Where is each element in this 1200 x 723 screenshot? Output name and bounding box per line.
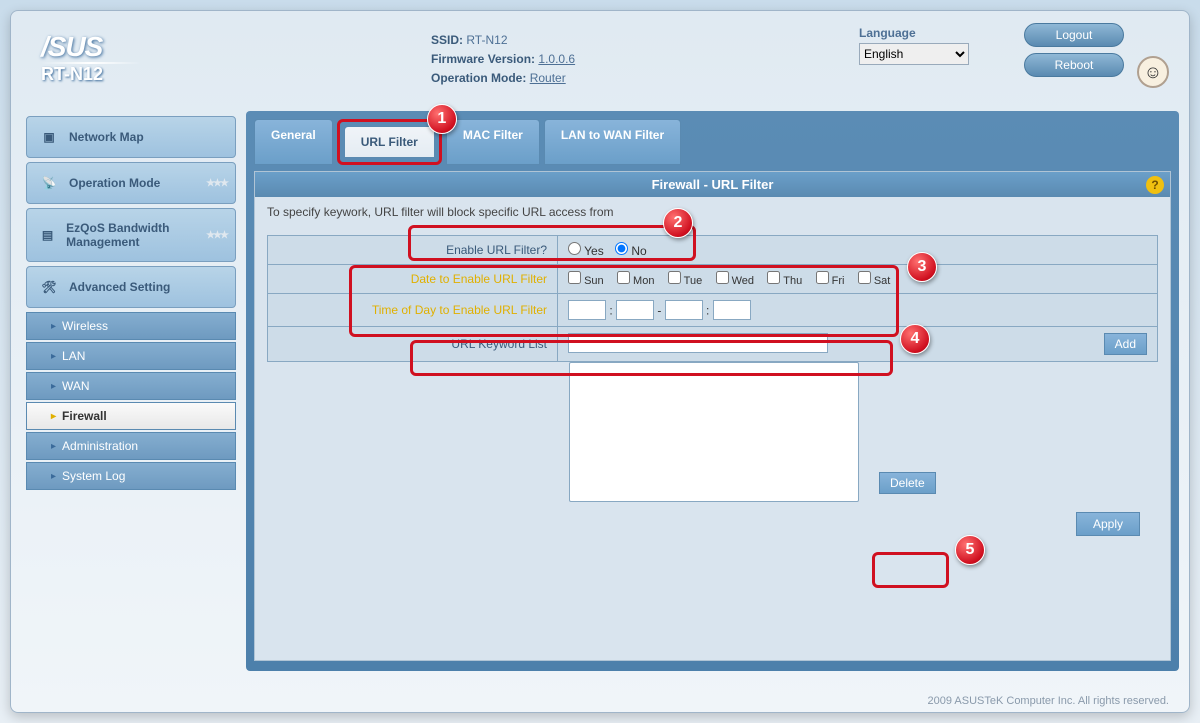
add-button[interactable]: Add [1104, 333, 1147, 355]
highlight-tab-1: URL Filter 1 [337, 119, 442, 165]
header-info: SSID: RT-N12 Firmware Version: 1.0.0.6 O… [431, 31, 575, 89]
body: ▣ Network Map 📡 Operation Mode ★★★ ▤ EzQ… [11, 111, 1189, 681]
keyword-list[interactable] [569, 362, 859, 502]
annotation-badge-2: 2 [663, 208, 693, 238]
sidebar-item-operation-mode[interactable]: 📡 Operation Mode ★★★ [26, 162, 236, 204]
bandwidth-icon: ▤ [37, 228, 58, 242]
apply-button[interactable]: Apply [1076, 512, 1140, 536]
footer: 2009 ASUSTeK Computer Inc. All rights re… [927, 695, 1169, 707]
sidebar-sub-wireless[interactable]: Wireless [26, 312, 236, 340]
logout-button[interactable]: Logout [1024, 23, 1124, 47]
annotation-box-5 [872, 552, 949, 588]
brand-logo: /SUS [41, 31, 141, 63]
logo-block: /SUS RT-N12 [41, 31, 141, 85]
model-name: RT-N12 [41, 64, 141, 85]
time-to-h[interactable] [665, 300, 703, 320]
sidebar-item-network-map[interactable]: ▣ Network Map [26, 116, 236, 158]
radio-no-label[interactable]: No [615, 244, 647, 258]
sidebar-item-label: Network Map [69, 130, 144, 144]
time-cell: : - : [558, 294, 1158, 327]
panel-title: Firewall - URL Filter ? [255, 172, 1170, 197]
sidebar-item-ezqos[interactable]: ▤ EzQoS Bandwidth Management ★★★ [26, 208, 236, 262]
day-sat[interactable]: Sat [858, 275, 891, 287]
fw-link[interactable]: 1.0.0.6 [538, 52, 575, 66]
form-area: Enable URL Filter? Yes No Date to Enable… [255, 227, 1170, 544]
lang-label: Language [859, 26, 969, 40]
sidebar-item-label: Operation Mode [69, 176, 160, 190]
tab-general[interactable]: General [254, 119, 333, 165]
router-admin-window: /SUS RT-N12 SSID: RT-N12 Firmware Versio… [10, 10, 1190, 713]
annotation-badge-4: 4 [900, 324, 930, 354]
sidebar-sub-lan[interactable]: LAN [26, 342, 236, 370]
tools-icon: 🛠 [37, 280, 61, 294]
ssid-label: SSID: [431, 33, 463, 47]
delete-button[interactable]: Delete [879, 472, 936, 494]
content-panel: General URL Filter 1 MAC Filter LAN to W… [246, 111, 1179, 671]
enable-cell: Yes No [558, 236, 1158, 265]
time-from-h[interactable] [568, 300, 606, 320]
sidebar-sub-system-log[interactable]: System Log [26, 462, 236, 490]
day-fri[interactable]: Fri [816, 275, 845, 287]
sidebar-sub-firewall[interactable]: Firewall [26, 402, 236, 430]
sidebar-sub-administration[interactable]: Administration [26, 432, 236, 460]
operation-mode-icon: 📡 [37, 176, 61, 190]
sidebar: ▣ Network Map 📡 Operation Mode ★★★ ▤ EzQ… [21, 111, 241, 671]
header-buttons: Logout Reboot [1024, 23, 1124, 77]
tab-mac-filter[interactable]: MAC Filter [446, 119, 540, 165]
mascot-icon: ☺ [1137, 56, 1169, 88]
stars-icon: ★★★ [206, 230, 227, 241]
ssid-value: RT-N12 [466, 33, 507, 47]
enable-label: Enable URL Filter? [268, 236, 558, 265]
days-cell: Sun Mon Tue Wed Thu Fri Sat [558, 265, 1158, 294]
time-from-m[interactable] [616, 300, 654, 320]
radio-no[interactable] [615, 242, 628, 255]
time-label: Time of Day to Enable URL Filter [268, 294, 558, 327]
sidebar-item-label: Advanced Setting [69, 280, 170, 294]
date-label: Date to Enable URL Filter [268, 265, 558, 294]
reboot-button[interactable]: Reboot [1024, 53, 1124, 77]
mode-label: Operation Mode: [431, 71, 526, 85]
stars-icon: ★★★ [206, 178, 227, 189]
radio-yes-label[interactable]: Yes [568, 244, 604, 258]
sidebar-item-advanced[interactable]: 🛠 Advanced Setting [26, 266, 236, 308]
keyword-label: URL Keyword List [268, 327, 558, 362]
form-table: Enable URL Filter? Yes No Date to Enable… [267, 235, 1158, 362]
panel-desc: To specify keywork, URL filter will bloc… [255, 197, 1170, 227]
day-tue[interactable]: Tue [668, 275, 702, 287]
day-mon[interactable]: Mon [617, 275, 654, 287]
list-area: Delete [267, 362, 1158, 502]
sidebar-item-label: EzQoS Bandwidth Management [66, 221, 225, 249]
help-icon[interactable]: ? [1146, 176, 1164, 194]
language-block: Language English Ok [859, 26, 969, 89]
header: /SUS RT-N12 SSID: RT-N12 Firmware Versio… [11, 11, 1189, 111]
sidebar-sub-wan[interactable]: WAN [26, 372, 236, 400]
annotation-badge-1: 1 [427, 104, 457, 134]
network-map-icon: ▣ [37, 130, 61, 144]
annotation-badge-5: 5 [955, 535, 985, 565]
mode-link[interactable]: Router [530, 71, 566, 85]
annotation-badge-3: 3 [907, 252, 937, 282]
keyword-cell: Add [558, 327, 1158, 362]
fw-label: Firmware Version: [431, 52, 535, 66]
day-sun[interactable]: Sun [568, 275, 604, 287]
tab-lan-wan-filter[interactable]: LAN to WAN Filter [544, 119, 681, 165]
tab-url-filter[interactable]: URL Filter [344, 126, 435, 158]
day-wed[interactable]: Wed [716, 275, 754, 287]
time-to-m[interactable] [713, 300, 751, 320]
tabs: General URL Filter 1 MAC Filter LAN to W… [254, 119, 1171, 165]
language-select[interactable]: English [859, 43, 969, 65]
apply-row: Apply [267, 502, 1158, 536]
day-thu[interactable]: Thu [767, 275, 802, 287]
keyword-input[interactable] [568, 333, 828, 353]
radio-yes[interactable] [568, 242, 581, 255]
firewall-panel: Firewall - URL Filter ? To specify keywo… [254, 171, 1171, 661]
